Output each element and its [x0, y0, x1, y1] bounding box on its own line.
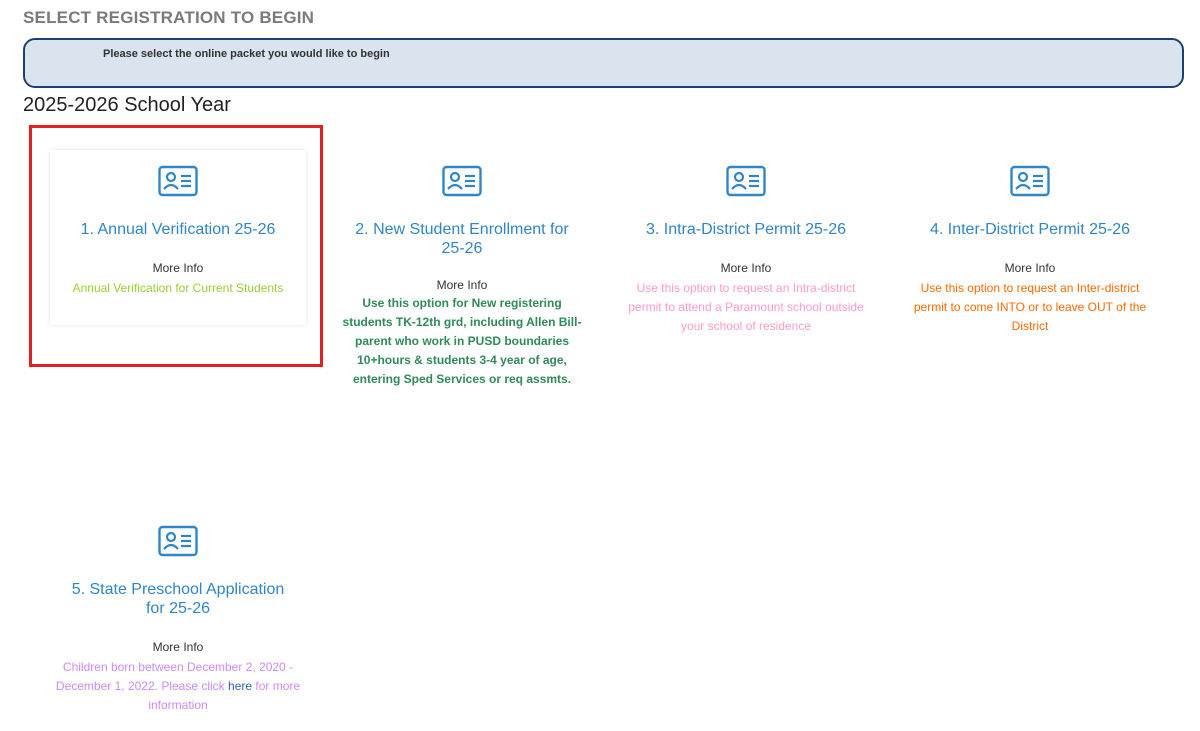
more-info-label: More Info [152, 640, 204, 654]
page-title: SELECT REGISTRATION TO BEGIN [23, 8, 315, 27]
registration-card-inter-district-permit[interactable]: 4. Inter-District Permit 25-26 More Info… [902, 150, 1158, 360]
id-card-icon [158, 165, 198, 197]
card-description: Annual Verification for Current Students [72, 281, 284, 295]
school-year-heading: 2025-2026 School Year [23, 94, 231, 116]
id-card-icon [442, 165, 482, 197]
instruction-banner: Please select the online packet you woul… [23, 38, 1184, 88]
registration-card-intra-district-permit[interactable]: 3. Intra-District Permit 25-26 More Info… [618, 150, 874, 360]
card-description: Use this option for New registering stud… [342, 296, 582, 386]
card-description: Use this option to request an Intra-dist… [628, 281, 864, 333]
instruction-text: Please select the online packet you woul… [103, 48, 390, 60]
card-title[interactable]: 5. State Preschool Application for 25-26 [50, 580, 306, 618]
more-info-label: More Info [152, 261, 204, 275]
card-title[interactable]: 1. Annual Verification 25-26 [50, 220, 306, 239]
id-card-icon [726, 165, 766, 197]
id-card-icon [1010, 165, 1050, 197]
here-link[interactable]: here [228, 679, 252, 693]
registration-card-state-preschool[interactable]: 5. State Preschool Application for 25-26… [50, 512, 306, 731]
more-info-label: More Info [436, 278, 488, 292]
card-description: Use this option to request an Inter-dist… [913, 281, 1147, 333]
registration-card-new-student-enrollment[interactable]: 2. New Student Enrollment for 25-26 More… [334, 150, 590, 435]
more-info-label: More Info [1004, 261, 1056, 275]
registration-page: SELECT REGISTRATION TO BEGIN Please sele… [0, 0, 1200, 731]
id-card-icon [158, 525, 198, 557]
card-title[interactable]: 3. Intra-District Permit 25-26 [618, 220, 874, 239]
card-description: Children born between December 2, 2020 -… [50, 658, 306, 715]
card-title[interactable]: 2. New Student Enrollment for 25-26 [334, 220, 590, 258]
registration-card-annual-verification[interactable]: 1. Annual Verification 25-26 More Info A… [50, 150, 306, 325]
more-info-label: More Info [720, 261, 772, 275]
card-title[interactable]: 4. Inter-District Permit 25-26 [902, 220, 1158, 239]
